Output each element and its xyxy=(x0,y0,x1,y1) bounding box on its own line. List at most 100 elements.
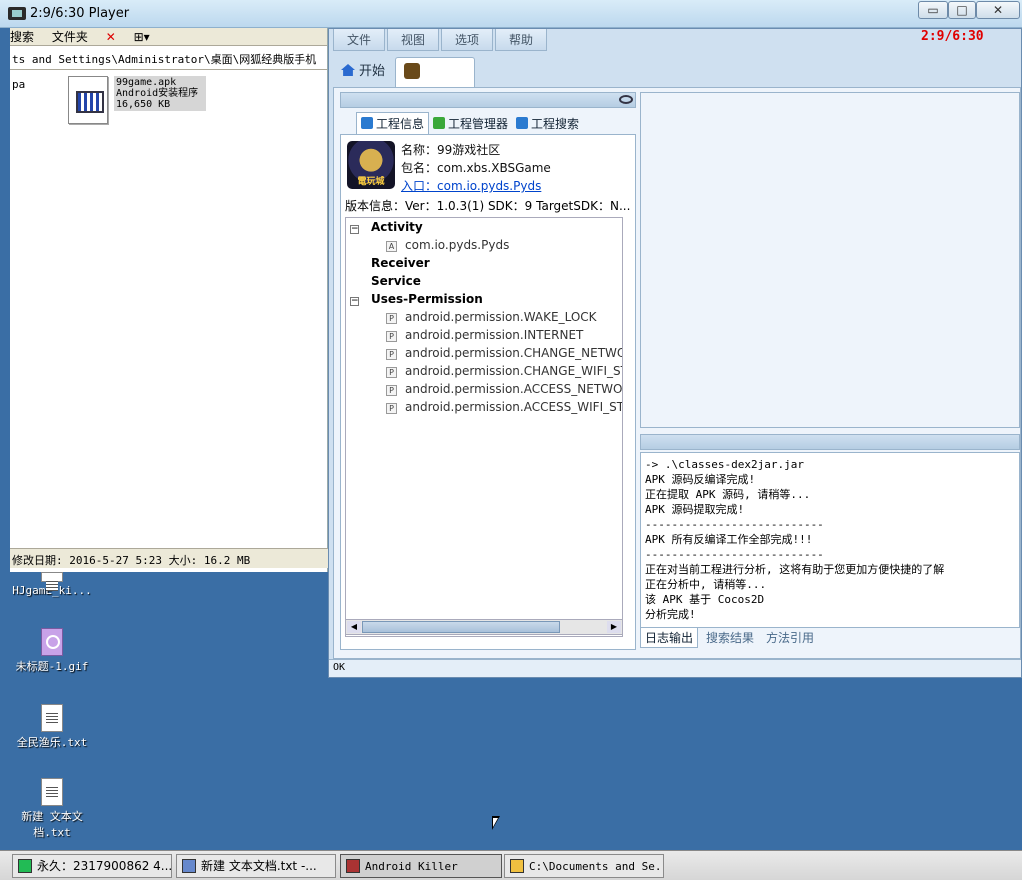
tab-method-references[interactable]: 方法引用 xyxy=(762,628,818,648)
scroll-right-icon[interactable]: ▶ xyxy=(607,621,621,633)
collapse-icon[interactable]: − xyxy=(350,297,359,306)
permission-icon: P xyxy=(386,403,397,414)
horizontal-scrollbar[interactable]: ◀ ▶ xyxy=(345,619,623,635)
log-line: -> .\classes-dex2jar.jar xyxy=(645,458,804,471)
desktop-icon[interactable]: 全民渔乐.txt xyxy=(12,704,92,750)
file-icon xyxy=(41,572,63,591)
taskbar-item[interactable]: 永久：2317900862 4... xyxy=(12,854,172,878)
folders-button[interactable]: 文件夹 xyxy=(52,28,88,45)
taskbar-item[interactable]: C:\Documents and Se... xyxy=(504,854,664,878)
tree-node-activity[interactable]: − Activity xyxy=(350,218,423,236)
search-button[interactable]: 搜索 xyxy=(10,28,34,45)
menu-help[interactable]: 帮助 xyxy=(495,29,547,51)
android-killer-icon xyxy=(346,859,360,873)
version-info: 版本信息：Ver：1.0.3(1) SDK：9 TargetSDK：N... xyxy=(345,199,631,213)
eye-icon[interactable] xyxy=(619,95,633,104)
menu-file[interactable]: 文件 xyxy=(333,29,385,51)
tab-log-output[interactable]: 日志输出 xyxy=(640,628,699,648)
explorer-status-bar: 修改日期: 2016-5-27 5:23 大小: 16.2 MB xyxy=(10,548,328,568)
app-icon xyxy=(404,63,420,79)
views-button[interactable]: ⊞▾ xyxy=(134,30,150,44)
app-logo xyxy=(347,141,395,189)
permission-icon: P xyxy=(386,313,397,324)
taskbar-item[interactable]: 新建 文本文档.txt -... xyxy=(176,854,336,878)
project-tabs: 工程信息 工程管理器 工程搜索 xyxy=(356,112,583,134)
entry-link[interactable]: 入口：com.io.pyds.Pyds xyxy=(401,177,541,194)
log-line: APK 所有反编译工作全部完成!!! xyxy=(645,533,813,546)
tab-project-manager[interactable]: 工程管理器 xyxy=(429,113,512,135)
log-line: APK 源码反编译完成! xyxy=(645,473,756,486)
project-info-panel: 名称：99游戏社区 包名：com.xbs.XBSGame 入口：com.io.p… xyxy=(340,134,636,650)
tab-start[interactable]: 开始 xyxy=(333,57,393,87)
scrollbar-thumb[interactable] xyxy=(362,621,560,633)
tree-leaf-permission[interactable]: Pandroid.permission.ACCESS_NETWOR xyxy=(386,380,622,398)
app-name: 名称：99游戏社区 xyxy=(401,143,501,157)
player-titlebar: 2:9/6:30 Player ▭ □ ✕ xyxy=(0,0,1022,28)
tree-leaf-activity[interactable]: Acom.io.pyds.Pyds xyxy=(386,236,509,254)
chat-app-icon xyxy=(18,859,32,873)
desktop-icon[interactable]: HJgamE_ki... xyxy=(12,572,92,597)
text-file-icon xyxy=(41,704,63,732)
log-line: 该 APK 基于 Cocos2D xyxy=(645,593,765,606)
tab-project-search-label: 工程搜索 xyxy=(531,117,580,131)
taskbar-item-active[interactable]: Android Killer xyxy=(340,854,502,878)
permission-icon: P xyxy=(386,385,397,396)
player-window-title: 2:9/6:30 Player xyxy=(30,6,130,21)
tab-start-label: 开始 xyxy=(359,64,386,79)
tree-leaf-permission[interactable]: Pandroid.permission.CHANGE_NETWO xyxy=(386,344,622,362)
gif-file-icon xyxy=(41,628,63,656)
permission-icon: P xyxy=(386,331,397,342)
log-line: APK 源码提取完成! xyxy=(645,503,745,516)
close-button[interactable]: ✕ xyxy=(976,1,1020,19)
tab-project-info-label: 工程信息 xyxy=(376,117,425,131)
search-icon xyxy=(516,117,529,129)
apk-file-item[interactable]: 99game.apk Android安装程序 16,650 KB xyxy=(114,76,206,111)
file-type: Android安装程序 xyxy=(116,88,199,99)
file-name: 99game.apk xyxy=(116,77,177,88)
scroll-left-icon[interactable]: ◀ xyxy=(347,621,361,633)
tab-99game[interactable]: 99game xyxy=(395,57,475,110)
player-app-icon xyxy=(8,7,26,20)
tree-leaf-permission[interactable]: Pandroid.permission.ACCESS_WIFI_STA xyxy=(386,398,622,416)
tab-search-results[interactable]: 搜索结果 xyxy=(702,628,758,648)
log-tabs: 日志输出 搜索结果 方法引用 xyxy=(640,628,822,648)
package-name: 包名：com.xbs.XBSGame xyxy=(401,161,551,175)
mouse-cursor-fill xyxy=(493,818,498,827)
delete-button[interactable]: ✕ xyxy=(106,30,116,44)
log-line: --------------------------- xyxy=(645,548,824,561)
android-killer-window: 文件视图选项帮助 2:9/6:30 开始 99game 工程信息 工程管理器 工程搜… xyxy=(328,28,1022,678)
minimize-button[interactable]: ▭ xyxy=(918,1,948,19)
tree-node-receiver[interactable]: Receiver xyxy=(371,254,430,272)
desktop-icon-label: 全民渔乐.txt xyxy=(16,736,88,749)
menu-view[interactable]: 视图 xyxy=(387,29,439,51)
truncated-file-label: pa xyxy=(12,78,26,91)
tab-project-info[interactable]: 工程信息 xyxy=(356,112,430,134)
desktop-icon-label: 未标题-1.gif xyxy=(15,660,89,673)
code-view-panel xyxy=(640,92,1020,428)
activity-icon: A xyxy=(386,241,397,252)
notepad-icon xyxy=(182,859,196,873)
log-panel-header xyxy=(640,434,1020,450)
log-output: -> .\classes-dex2jar.jar APK 源码反编译完成! 正在… xyxy=(640,452,1020,628)
tab-project-manager-label: 工程管理器 xyxy=(448,117,509,131)
address-bar[interactable]: ts and Settings\Administrator\桌面\网狐经典版手机 xyxy=(10,46,327,70)
tree-leaf-permission[interactable]: Pandroid.permission.CHANGE_WIFI_ST xyxy=(386,362,622,380)
info-icon xyxy=(361,117,373,129)
tree-node-service[interactable]: Service xyxy=(371,272,421,290)
desktop-icon[interactable]: 未标题-1.gif xyxy=(12,628,92,674)
collapse-icon[interactable]: − xyxy=(350,225,359,234)
tree-leaf-permission[interactable]: Pandroid.permission.INTERNET xyxy=(386,326,583,344)
tab-project-search[interactable]: 工程搜索 xyxy=(512,113,583,135)
log-line: 正在提取 APK 源码, 请稍等... xyxy=(645,488,811,501)
desktop-icon-label: 新建 文本文档.txt xyxy=(21,810,83,839)
manifest-tree: − Activity Acom.io.pyds.Pyds Receiver Ser… xyxy=(345,217,623,637)
log-line: --------------------------- xyxy=(645,518,824,531)
maximize-button[interactable]: □ xyxy=(948,1,976,19)
apk-file-icon[interactable] xyxy=(68,76,108,124)
desktop-icon[interactable]: 新建 文本文档.txt xyxy=(12,778,92,840)
project-panel-header xyxy=(340,92,636,108)
menu-options[interactable]: 选项 xyxy=(441,29,493,51)
tree-leaf-permission[interactable]: Pandroid.permission.WAKE_LOCK xyxy=(386,308,597,326)
status-bar: OK xyxy=(329,659,1021,677)
tree-node-uses-permission[interactable]: − Uses-Permission xyxy=(350,290,483,308)
